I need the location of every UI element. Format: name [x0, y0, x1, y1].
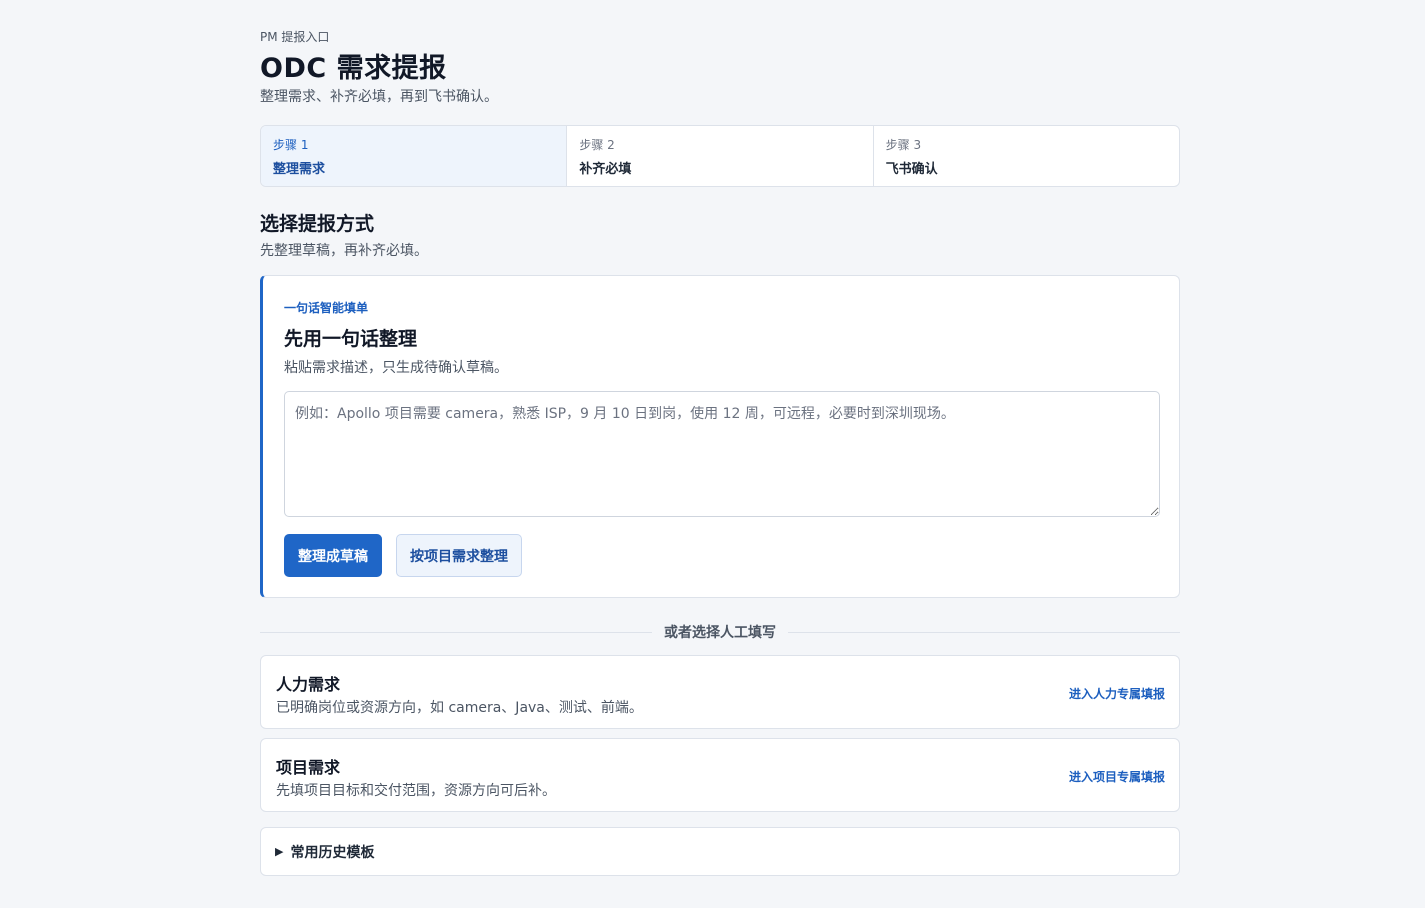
option-card-staffing[interactable]: 人力需求 已明确岗位或资源方向，如 camera、Java、测试、前端。 进入人…	[260, 655, 1180, 729]
step-1: 步骤 1 整理需求	[261, 126, 568, 186]
page-title: ODC 需求提报	[260, 53, 447, 84]
smart-fill-title: 先用一句话整理	[284, 328, 418, 350]
requirement-description-input[interactable]	[284, 391, 1160, 517]
divider-line	[788, 631, 1180, 633]
generate-draft-button[interactable]: 整理成草稿	[284, 534, 382, 577]
option-title: 人力需求	[276, 675, 341, 694]
section-desc: 先整理草稿，再补齐必填。	[260, 243, 428, 259]
step-number: 步骤 2	[579, 138, 615, 152]
or-divider: 或者选择人工填写	[260, 622, 1180, 642]
option-desc: 已明确岗位或资源方向，如 camera、Java、测试、前端。	[276, 700, 643, 716]
smart-fill-tag: 一句话智能填单	[284, 301, 369, 315]
section-title: 选择提报方式	[260, 213, 375, 235]
step-indicator: 步骤 1 整理需求 步骤 2 补齐必填 步骤 3 飞书确认	[260, 125, 1180, 187]
history-templates-toggle[interactable]: ▶ 常用历史模板	[260, 827, 1180, 876]
step-number: 步骤 1	[273, 138, 309, 152]
step-label: 整理需求	[273, 162, 326, 177]
enter-project-form-link[interactable]: 进入项目专属填报	[1069, 768, 1165, 785]
divider-line	[260, 631, 652, 633]
option-title: 项目需求	[276, 758, 341, 777]
page-subtitle: 整理需求、补齐必填，再到飞书确认。	[260, 89, 498, 105]
step-3: 步骤 3 飞书确认	[874, 126, 1179, 186]
organize-by-project-button[interactable]: 按项目需求整理	[396, 534, 522, 577]
enter-staffing-form-link[interactable]: 进入人力专属填报	[1069, 685, 1165, 702]
divider-text: 或者选择人工填写	[664, 625, 776, 641]
smart-fill-card: 一句话智能填单 先用一句话整理 粘贴需求描述，只生成待确认草稿。 整理成草稿 按…	[260, 275, 1180, 598]
triangle-right-icon: ▶	[275, 845, 284, 858]
option-card-project[interactable]: 项目需求 先填项目目标和交付范围，资源方向可后补。 进入项目专属填报	[260, 738, 1180, 812]
step-label: 飞书确认	[885, 162, 938, 177]
smart-fill-desc: 粘贴需求描述，只生成待确认草稿。	[284, 360, 508, 376]
history-templates-label: 常用历史模板	[290, 844, 375, 861]
option-desc: 先填项目目标和交付范围，资源方向可后补。	[276, 783, 556, 799]
page-eyebrow: PM 提报入口	[260, 30, 330, 44]
step-label: 补齐必填	[579, 162, 632, 177]
step-2: 步骤 2 补齐必填	[567, 126, 874, 186]
step-number: 步骤 3	[885, 138, 922, 152]
